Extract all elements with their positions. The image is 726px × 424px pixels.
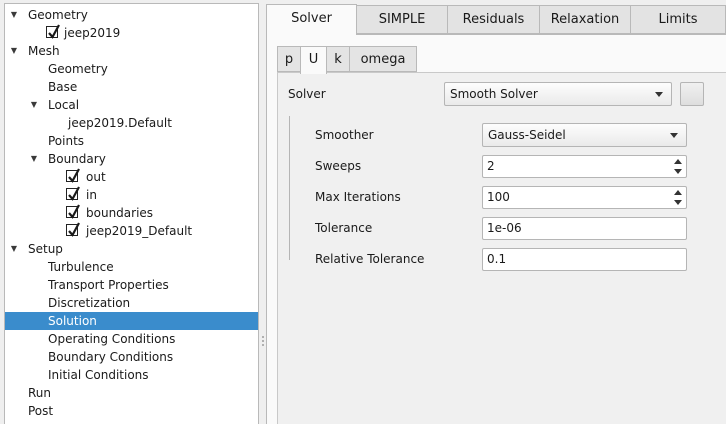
checkbox-checked-icon[interactable]	[66, 222, 80, 237]
tree-item-label: Turbulence	[48, 260, 114, 274]
grip-dot	[262, 336, 264, 338]
project-tree[interactable]: ▼ Geometry jeep2019 ▼ Mesh Geometry Base…	[4, 3, 259, 424]
solver-tab-pane: p U k omega Solver Smooth Solver Smoothe…	[266, 34, 726, 424]
tree-item-label: in	[86, 188, 97, 202]
tree-item-label: Mesh	[28, 44, 60, 58]
tab-simple[interactable]: SIMPLE	[356, 5, 448, 34]
tree-item-base[interactable]: Base	[5, 78, 258, 96]
tree-item-jeep2019[interactable]: jeep2019	[5, 24, 258, 42]
tree-item-post[interactable]: Post	[5, 402, 258, 420]
tree-item-solution[interactable]: Solution	[5, 312, 258, 330]
smoother-select-value: Gauss-Seidel	[488, 128, 566, 142]
tree-item-label: Run	[28, 386, 52, 400]
subtab-u[interactable]: U	[300, 46, 327, 74]
tree-item-jeep2019-default-boundary[interactable]: jeep2019_Default	[5, 222, 258, 240]
tolerance-value: 1e-06	[487, 221, 522, 235]
tree-item-label: Points	[48, 134, 85, 148]
tree-item-label: Post	[28, 404, 54, 418]
expand-arrow-icon[interactable]: ▼	[29, 150, 39, 168]
tree-item-label: Solution	[48, 314, 97, 328]
relative-tolerance-value: 0.1	[487, 252, 507, 266]
tree-item-out[interactable]: out	[5, 168, 258, 186]
tab-residuals[interactable]: Residuals	[447, 5, 540, 34]
tree-item-points[interactable]: Points	[5, 132, 258, 150]
checkbox-checked-icon[interactable]	[66, 186, 80, 201]
subtab-k[interactable]: k	[326, 46, 350, 72]
smoother-label: Smoother	[315, 128, 374, 142]
tree-item-operating-conditions[interactable]: Operating Conditions	[5, 330, 258, 348]
tree-item-turbulence[interactable]: Turbulence	[5, 258, 258, 276]
tree-item-label: Boundary Conditions	[48, 350, 174, 364]
tree-item-mesh-geometry[interactable]: Geometry	[5, 60, 258, 78]
expand-arrow-icon[interactable]: ▼	[9, 42, 19, 60]
tolerance-label: Tolerance	[315, 221, 373, 235]
sweeps-label: Sweeps	[315, 159, 362, 173]
tree-item-initial-conditions[interactable]: Initial Conditions	[5, 366, 258, 384]
subtab-omega[interactable]: omega	[349, 46, 417, 72]
grip-dot	[262, 344, 264, 346]
tree-item-label: Setup	[28, 242, 63, 256]
expand-arrow-icon[interactable]: ▼	[9, 240, 19, 258]
tree-item-label: out	[86, 170, 106, 184]
expand-arrow-icon[interactable]: ▼	[9, 6, 19, 24]
tree-item-local[interactable]: ▼ Local	[5, 96, 258, 114]
solver-options-button[interactable]	[680, 82, 704, 106]
sweeps-spinbox[interactable]: 2	[482, 155, 687, 178]
subtab-p[interactable]: p	[277, 46, 301, 72]
tree-item-geometry[interactable]: ▼ Geometry	[5, 6, 258, 24]
relative-tolerance-label: Relative Tolerance	[315, 252, 425, 266]
tree-item-label: jeep2019.Default	[68, 116, 172, 130]
tree-item-label: boundaries	[86, 206, 154, 220]
checkbox-checked-icon[interactable]	[66, 168, 80, 183]
tree-item-boundary[interactable]: ▼ Boundary	[5, 150, 258, 168]
chevron-down-icon	[655, 92, 663, 97]
checkbox-checked-icon[interactable]	[66, 204, 80, 219]
tree-item-mesh[interactable]: ▼ Mesh	[5, 42, 258, 60]
tree-item-transport-properties[interactable]: Transport Properties	[5, 276, 258, 294]
max-iterations-label: Max Iterations	[315, 190, 401, 204]
tree-item-setup[interactable]: ▼ Setup	[5, 240, 258, 258]
tree-item-label: Discretization	[48, 296, 131, 310]
variable-pane: Solver Smooth Solver Smoother Gauss-Seid…	[277, 72, 726, 424]
tab-relaxation[interactable]: Relaxation	[539, 5, 631, 34]
tree-item-label: Initial Conditions	[48, 368, 149, 382]
relative-tolerance-field[interactable]: 0.1	[482, 248, 687, 271]
group-divider	[289, 116, 290, 260]
tolerance-field[interactable]: 1e-06	[482, 217, 687, 240]
solver-select-value: Smooth Solver	[450, 87, 538, 101]
chevron-down-icon	[670, 133, 678, 138]
tab-solver[interactable]: Solver	[266, 4, 357, 35]
spin-down-icon[interactable]	[671, 197, 685, 207]
tree-item-boundary-conditions[interactable]: Boundary Conditions	[5, 348, 258, 366]
tree-item-label: Boundary	[48, 152, 106, 166]
tree-item-label: Base	[48, 80, 78, 94]
tab-limits[interactable]: Limits	[630, 5, 726, 34]
tree-item-label: Operating Conditions	[48, 332, 176, 346]
checkbox-checked-icon[interactable]	[46, 24, 60, 39]
solver-label: Solver	[288, 87, 326, 101]
tree-item-label: jeep2019_Default	[86, 224, 193, 238]
grip-dot	[262, 340, 264, 342]
tree-item-jeep2019-default[interactable]: jeep2019.Default	[5, 114, 258, 132]
tree-item-discretization[interactable]: Discretization	[5, 294, 258, 312]
tree-item-label: Geometry	[48, 62, 108, 76]
tree-item-in[interactable]: in	[5, 186, 258, 204]
sweeps-value: 2	[487, 159, 495, 173]
expand-arrow-icon[interactable]: ▼	[29, 96, 39, 114]
tree-item-label: jeep2019	[64, 26, 121, 40]
tree-item-label: Geometry	[28, 8, 88, 22]
solver-select[interactable]: Smooth Solver	[444, 82, 672, 106]
smoother-select[interactable]: Gauss-Seidel	[482, 123, 687, 147]
max-iterations-value: 100	[487, 190, 510, 204]
max-iterations-spinbox[interactable]: 100	[482, 186, 687, 209]
tree-item-label: Local	[48, 98, 80, 112]
settings-panel: Solver SIMPLE Residuals Relaxation Limit…	[265, 3, 726, 424]
tree-item-run[interactable]: Run	[5, 384, 258, 402]
tree-item-label: Transport Properties	[48, 278, 169, 292]
spin-down-icon[interactable]	[671, 166, 685, 176]
tree-item-boundaries[interactable]: boundaries	[5, 204, 258, 222]
